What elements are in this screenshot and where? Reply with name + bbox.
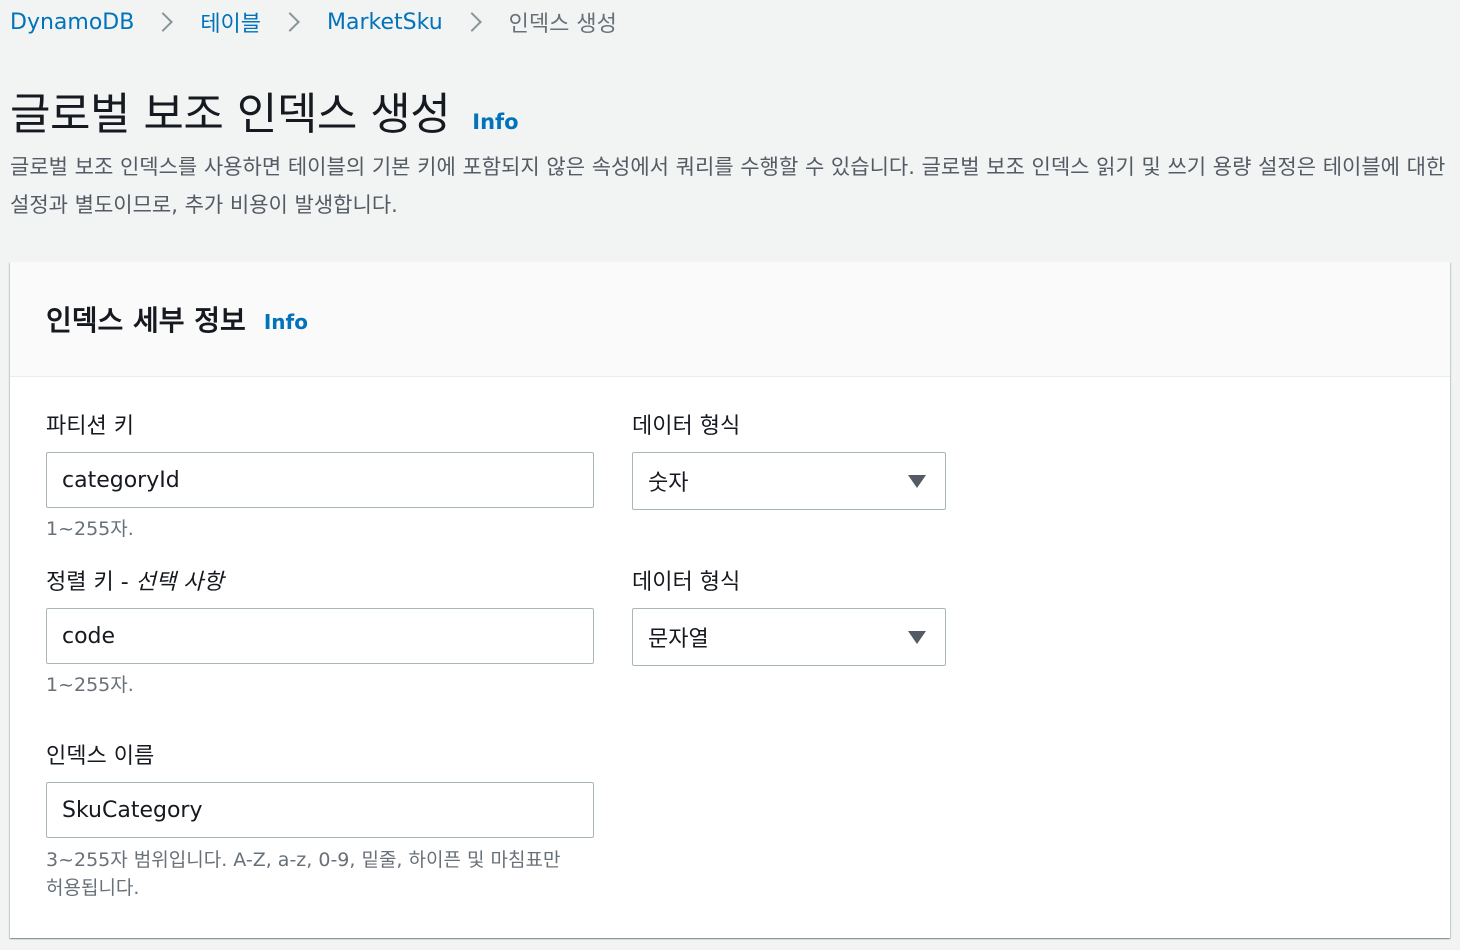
page-title: 글로벌 보조 인덱스 생성	[10, 89, 451, 140]
partition-key-input[interactable]	[46, 452, 594, 508]
panel-title: 인덱스 세부 정보	[46, 304, 246, 337]
index-name-hint-line1: 3~255자 범위입니다. A-Z, a-z, 0-9, 밑줄, 하이픈 및 마…	[46, 849, 561, 871]
sort-key-hint: 1~255자.	[46, 674, 134, 696]
index-name-hint: 3~255자 범위입니다. A-Z, a-z, 0-9, 밑줄, 하이픈 및 마…	[46, 846, 560, 902]
partition-type-select[interactable]: 숫자	[632, 452, 946, 510]
breadcrumb: DynamoDB 테이블 MarketSku 인덱스 생성	[10, 6, 617, 38]
breadcrumb-tables[interactable]: 테이블	[200, 6, 261, 38]
sort-type-value: 문자열	[648, 627, 709, 652]
sort-key-label-text: 정렬 키 -	[46, 570, 136, 595]
breadcrumb-current: 인덱스 생성	[508, 12, 617, 37]
index-name-label: 인덱스 이름	[46, 744, 155, 769]
partition-type-label: 데이터 형식	[632, 414, 741, 439]
panel-header: 인덱스 세부 정보 Info	[10, 262, 1450, 377]
caret-down-icon	[908, 474, 926, 488]
sort-key-input[interactable]	[46, 608, 594, 664]
partition-key-hint: 1~255자.	[46, 518, 134, 540]
breadcrumb-dynamodb[interactable]: DynamoDB	[10, 10, 134, 35]
partition-key-label: 파티션 키	[46, 414, 134, 439]
sort-type-label: 데이터 형식	[632, 570, 741, 595]
panel-info-link[interactable]: Info	[264, 310, 308, 334]
index-details-panel: 인덱스 세부 정보 Info 파티션 키 1~255자. 데이터 형식 숫자 정…	[10, 262, 1450, 938]
sort-type-select[interactable]: 문자열	[632, 608, 946, 666]
page-description: 글로벌 보조 인덱스를 사용하면 테이블의 기본 키에 포함되지 않은 속성에서…	[10, 155, 1446, 217]
page-header: 글로벌 보조 인덱스 생성 Info	[10, 78, 519, 142]
page-info-link[interactable]: Info	[472, 110, 518, 134]
index-name-hint-line2: 허용됩니다.	[46, 877, 140, 899]
partition-type-value: 숫자	[648, 471, 689, 496]
chevron-right-icon	[461, 12, 482, 32]
chevron-right-icon	[280, 12, 300, 32]
index-name-input[interactable]	[46, 782, 594, 838]
sort-key-label: 정렬 키 - 선택 사항	[46, 564, 224, 596]
caret-down-icon	[908, 630, 926, 644]
chevron-right-icon	[153, 12, 174, 32]
sort-key-optional-text: 선택 사항	[135, 570, 224, 595]
breadcrumb-table-name[interactable]: MarketSku	[327, 10, 443, 35]
